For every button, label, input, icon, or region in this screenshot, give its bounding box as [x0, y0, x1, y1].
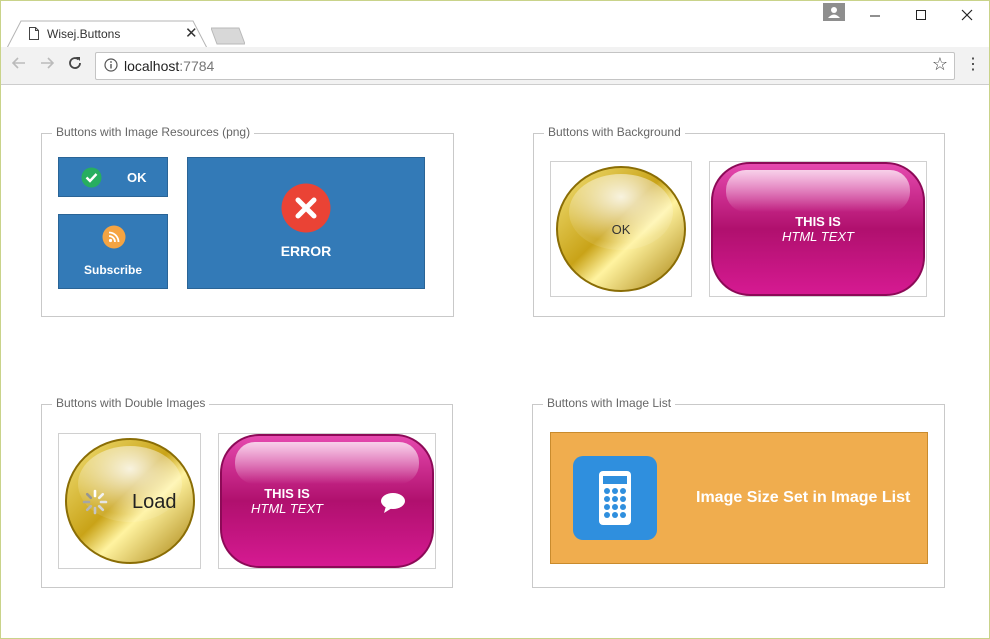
- spinner-icon: [82, 489, 108, 515]
- subscribe-button[interactable]: Subscribe: [58, 214, 168, 289]
- address-bar[interactable]: localhost:7784 ☆: [95, 52, 955, 80]
- check-icon: [81, 167, 102, 188]
- browser-tab[interactable]: Wisej.Buttons ✕: [7, 20, 207, 48]
- ok-label: OK: [127, 170, 147, 185]
- error-label: ERROR: [280, 243, 332, 259]
- close-window-icon[interactable]: [945, 3, 989, 31]
- tab-close-icon[interactable]: ✕: [185, 24, 198, 42]
- image-list-button[interactable]: Image Size Set in Image List: [550, 432, 928, 564]
- error-icon: [281, 183, 331, 233]
- image-list-label: Image Size Set in Image List: [696, 489, 911, 506]
- ok-button[interactable]: OK: [58, 157, 168, 197]
- group-image-resources: Buttons with Image Resources (png) OK Su…: [41, 125, 454, 317]
- group-double-images: Buttons with Double Images Load THIS IS …: [41, 396, 453, 588]
- back-icon[interactable]: [7, 53, 31, 77]
- new-tab-button[interactable]: [211, 27, 245, 45]
- url-host: localhost: [124, 58, 180, 74]
- info-icon[interactable]: [104, 58, 118, 72]
- load-button[interactable]: Load: [58, 433, 201, 569]
- gold-ok-label: OK: [611, 222, 631, 237]
- gold-ok-button[interactable]: OK: [550, 161, 692, 297]
- group-legend: Buttons with Image Resources (png): [52, 125, 255, 139]
- title-bar: Wisej.Buttons ✕: [1, 1, 989, 48]
- reload-icon[interactable]: [63, 53, 87, 77]
- html-line1: THIS IS: [795, 214, 841, 229]
- profile-icon[interactable]: [823, 3, 845, 21]
- chat-bubble-icon: [381, 493, 405, 513]
- group-legend: Buttons with Background: [544, 125, 685, 139]
- minimize-icon[interactable]: [853, 3, 897, 31]
- html-line2: HTML TEXT: [251, 501, 323, 516]
- url-port: :7784: [179, 58, 215, 74]
- group-legend: Buttons with Double Images: [52, 396, 210, 410]
- bookmark-star-icon[interactable]: ☆: [932, 54, 948, 75]
- browser-menu-icon[interactable]: ⋮: [965, 53, 981, 77]
- forward-icon[interactable]: [35, 53, 59, 77]
- html-line1: THIS IS: [264, 486, 310, 501]
- page-icon: [29, 27, 39, 40]
- group-background: Buttons with Background OK THIS IS HTML …: [533, 125, 945, 317]
- error-button[interactable]: ERROR: [187, 157, 425, 289]
- maximize-icon[interactable]: [899, 3, 943, 31]
- group-legend: Buttons with Image List: [543, 396, 676, 410]
- gold-orb-icon: [65, 438, 195, 564]
- magenta-html-button[interactable]: THIS IS HTML TEXT: [709, 161, 927, 297]
- url-text: localhost:7784: [124, 58, 214, 74]
- magenta-chat-button[interactable]: THIS IS HTML TEXT: [218, 433, 436, 569]
- html-line2: HTML TEXT: [782, 229, 854, 244]
- load-label: Load: [132, 491, 177, 513]
- browser-toolbar: localhost:7784 ☆ ⋮: [1, 47, 989, 85]
- calculator-icon: [573, 456, 657, 540]
- rss-icon: [102, 225, 126, 249]
- subscribe-label: Subscribe: [83, 263, 143, 277]
- tab-title: Wisej.Buttons: [47, 27, 121, 41]
- group-image-list: Buttons with Image List Image Size Set i…: [532, 396, 945, 588]
